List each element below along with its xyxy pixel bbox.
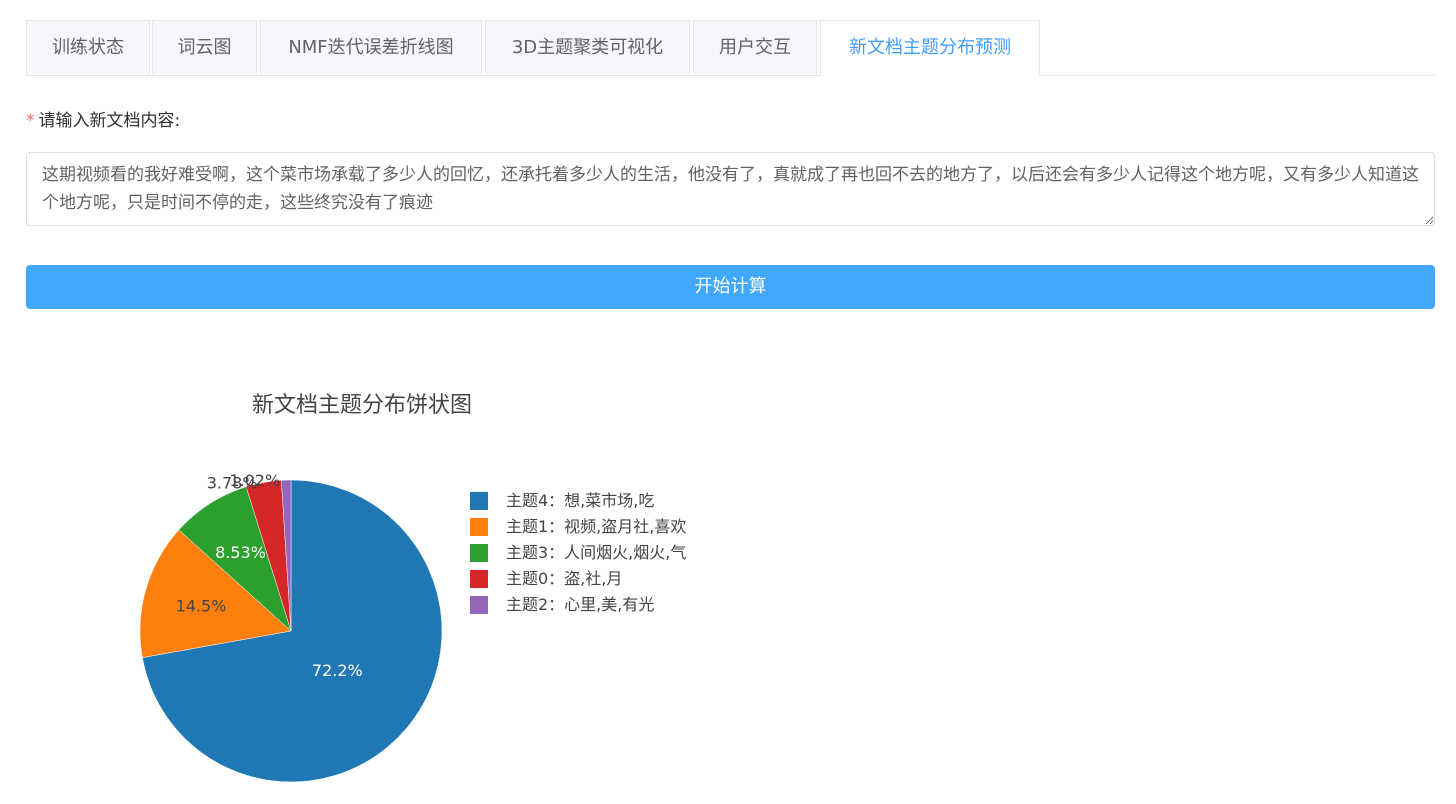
chart-title: 新文档主题分布饼状图 bbox=[252, 393, 473, 418]
legend-label-0: 主题4：想,菜市场,吃 bbox=[506, 491, 655, 510]
document-input[interactable] bbox=[26, 152, 1435, 226]
input-label-text: 请输入新文档内容: bbox=[38, 111, 181, 131]
legend-swatch-1 bbox=[470, 518, 488, 536]
tab-bar: 训练状态 词云图 NMF迭代误差折线图 3D主题聚类可视化 用户交互 新文档主题… bbox=[26, 20, 1436, 76]
legend-swatch-0 bbox=[470, 492, 488, 510]
tab-new-doc-topic-prediction[interactable]: 新文档主题分布预测 bbox=[820, 20, 1040, 76]
legend-label-3: 主题0：盗,社,月 bbox=[506, 569, 623, 588]
legend-label-1: 主题1：视频,盗月社,喜欢 bbox=[506, 517, 687, 536]
legend-label-4: 主题2：心里,美,有光 bbox=[506, 595, 655, 614]
legend-swatch-2 bbox=[470, 544, 488, 562]
pie-slice-label-1: 14.5% bbox=[176, 596, 227, 615]
legend-item-1[interactable]: 主题1：视频,盗月社,喜欢 bbox=[470, 514, 686, 540]
tab-3d-topic-cluster[interactable]: 3D主题聚类可视化 bbox=[485, 20, 690, 74]
legend-label-2: 主题3：人间烟火,烟火,气 bbox=[506, 543, 687, 562]
legend-swatch-3 bbox=[470, 570, 488, 588]
legend-item-2[interactable]: 主题3：人间烟火,烟火,气 bbox=[470, 540, 686, 566]
pie-slice-label-0: 72.2% bbox=[312, 661, 363, 680]
tab-training-status[interactable]: 训练状态 bbox=[26, 20, 150, 74]
start-compute-button[interactable]: 开始计算 bbox=[26, 265, 1435, 309]
legend-item-3[interactable]: 主题0：盗,社,月 bbox=[470, 566, 686, 592]
legend-item-4[interactable]: 主题2：心里,美,有光 bbox=[470, 592, 686, 618]
input-label: * 请输入新文档内容: bbox=[26, 108, 180, 134]
legend-swatch-4 bbox=[470, 596, 488, 614]
tab-word-cloud[interactable]: 词云图 bbox=[152, 20, 257, 74]
tab-nmf-error-line[interactable]: NMF迭代误差折线图 bbox=[260, 20, 482, 74]
pie-slice-label-2: 8.53% bbox=[215, 543, 266, 562]
pie-slice-label-4: 1.02% bbox=[229, 471, 280, 490]
tab-user-interaction[interactable]: 用户交互 bbox=[693, 20, 817, 74]
chart-legend: 主题4：想,菜市场,吃主题1：视频,盗月社,喜欢 主题3：人间烟火,烟火,气 主题0… bbox=[470, 488, 686, 618]
legend-item-0[interactable]: 主题4：想,菜市场,吃 bbox=[470, 488, 686, 514]
required-mark: * bbox=[26, 111, 35, 131]
